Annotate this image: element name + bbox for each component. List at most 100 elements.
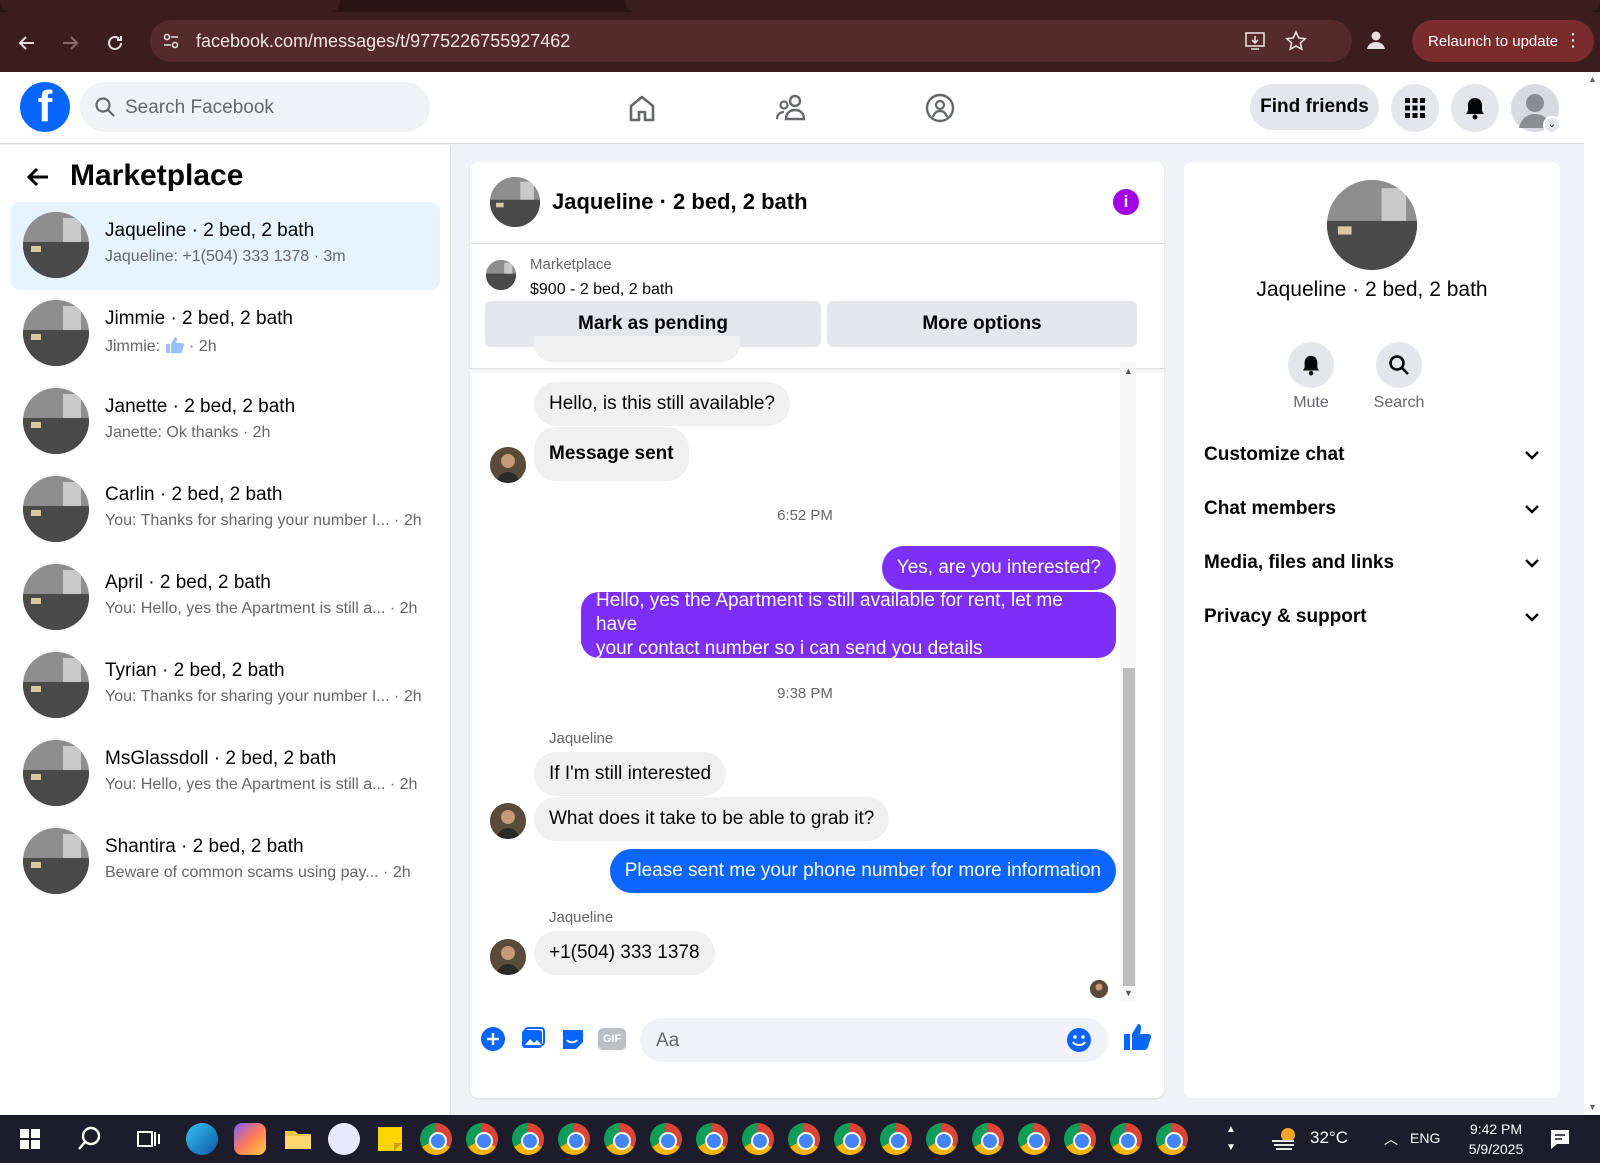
privacy-support-section[interactable]: Privacy & support bbox=[1204, 590, 1540, 644]
bookmark-star-icon[interactable] bbox=[1284, 30, 1308, 57]
message-scrollbar[interactable]: ▲ ▼ bbox=[1120, 362, 1136, 1002]
chevron-down-icon[interactable]: ⌄ bbox=[1543, 116, 1561, 134]
chat-avatar[interactable] bbox=[490, 177, 540, 227]
chrome-icon[interactable] bbox=[880, 1123, 912, 1155]
weather-icon[interactable] bbox=[1270, 1125, 1300, 1158]
chat-title[interactable]: Jaqueline · 2 bed, 2 bath bbox=[552, 189, 808, 215]
plus-circle-icon[interactable] bbox=[480, 1026, 506, 1057]
kebab-menu-icon[interactable]: ⋮ bbox=[1564, 30, 1582, 51]
message-bubble[interactable]: What does it take to be able to grab it? bbox=[534, 797, 890, 841]
message-bubble[interactable]: Message sent bbox=[534, 427, 689, 481]
search-icon[interactable] bbox=[74, 1123, 106, 1155]
chrome-icon[interactable] bbox=[604, 1123, 636, 1155]
conversation-item[interactable]: Jaqueline · 2 bed, 2 bath Jaqueline: +1(… bbox=[10, 202, 440, 290]
gif-icon[interactable]: GIF bbox=[598, 1028, 626, 1050]
customize-chat-section[interactable]: Customize chat bbox=[1204, 428, 1540, 482]
sent-message-bubble[interactable]: Hello, yes the Apartment is still availa… bbox=[581, 590, 1116, 659]
chat-members-section[interactable]: Chat members bbox=[1204, 482, 1540, 536]
back-arrow-icon[interactable] bbox=[24, 163, 52, 196]
thumbs-up-icon[interactable] bbox=[1122, 1022, 1152, 1057]
menu-grid-icon[interactable] bbox=[1391, 84, 1439, 132]
url-text[interactable]: facebook.com/messages/t/9775226755927462 bbox=[196, 31, 570, 52]
chrome-icon[interactable] bbox=[1156, 1123, 1188, 1155]
home-icon[interactable] bbox=[620, 86, 664, 130]
listing-title[interactable]: $900 - 2 bed, 2 bath bbox=[530, 281, 673, 299]
chrome-icon[interactable] bbox=[1064, 1123, 1096, 1155]
chrome-icon[interactable] bbox=[1018, 1123, 1050, 1155]
conversation-item[interactable]: MsGlassdoll · 2 bed, 2 bath You: Hello, … bbox=[10, 730, 440, 818]
file-explorer-icon[interactable] bbox=[282, 1123, 314, 1155]
taskbar-overflow-icon[interactable]: ▲ ▼ bbox=[1226, 1121, 1236, 1157]
chrome-icon[interactable] bbox=[926, 1123, 958, 1155]
conversation-item[interactable]: Carlin · 2 bed, 2 bath You: Thanks for s… bbox=[10, 466, 440, 554]
search-input[interactable]: Search Facebook bbox=[80, 82, 430, 132]
notifications-icon[interactable] bbox=[1548, 1127, 1572, 1156]
emoji-icon[interactable] bbox=[1066, 1027, 1092, 1058]
chrome-icon[interactable] bbox=[512, 1123, 544, 1155]
chrome-icon[interactable] bbox=[788, 1123, 820, 1155]
photo-icon[interactable] bbox=[520, 1026, 546, 1057]
message-input[interactable]: Aa bbox=[640, 1018, 1108, 1062]
reload-icon[interactable] bbox=[98, 26, 132, 60]
chrome-icon[interactable] bbox=[972, 1123, 1004, 1155]
page-scrollbar[interactable]: ▲ ▼ bbox=[1584, 72, 1600, 1115]
sender-avatar[interactable] bbox=[490, 939, 526, 975]
browser-tab[interactable] bbox=[625, 0, 1600, 12]
search-conversation-button[interactable]: Search bbox=[1364, 342, 1434, 412]
site-settings-icon[interactable] bbox=[162, 32, 180, 55]
relaunch-button[interactable]: Relaunch to update ⋮ bbox=[1412, 20, 1594, 62]
conversation-item[interactable]: Janette · 2 bed, 2 bath Janette: Ok than… bbox=[10, 378, 440, 466]
scroll-down-arrow-icon[interactable]: ▼ bbox=[1124, 988, 1133, 998]
chrome-icon[interactable] bbox=[696, 1123, 728, 1155]
scroll-down-arrow-icon[interactable]: ▼ bbox=[1588, 1102, 1597, 1112]
install-app-icon[interactable] bbox=[1245, 31, 1267, 56]
sticker-icon[interactable] bbox=[560, 1026, 586, 1057]
message-bubble[interactable]: If I'm still interested bbox=[534, 752, 727, 796]
scroll-up-arrow-icon[interactable]: ▲ bbox=[1588, 74, 1597, 84]
forward-arrow-icon[interactable] bbox=[53, 26, 87, 60]
chrome-icon[interactable] bbox=[650, 1123, 682, 1155]
friends-icon[interactable] bbox=[770, 86, 814, 130]
groups-icon[interactable] bbox=[918, 86, 962, 130]
task-view-icon[interactable] bbox=[132, 1123, 164, 1155]
conversation-item[interactable]: Shantira · 2 bed, 2 bath Beware of commo… bbox=[10, 818, 440, 906]
address-bar[interactable]: facebook.com/messages/t/9775226755927462 bbox=[150, 20, 1352, 62]
sent-message-bubble[interactable]: Please sent me your phone number for mor… bbox=[609, 849, 1116, 893]
more-options-button[interactable]: More options bbox=[827, 301, 1137, 347]
chrome-icon[interactable] bbox=[1110, 1123, 1142, 1155]
scroll-up-arrow-icon[interactable]: ▲ bbox=[1124, 366, 1133, 376]
info-icon[interactable]: i bbox=[1113, 189, 1139, 215]
find-friends-button[interactable]: Find friends bbox=[1250, 84, 1379, 130]
paint-app-icon[interactable] bbox=[328, 1123, 360, 1155]
copilot-icon[interactable] bbox=[234, 1123, 266, 1155]
chrome-icon[interactable] bbox=[742, 1123, 774, 1155]
clock[interactable]: 9:42 PM 5/9/2025 bbox=[1460, 1119, 1532, 1159]
chrome-icon[interactable] bbox=[420, 1123, 452, 1155]
windows-start-icon[interactable] bbox=[14, 1123, 46, 1155]
contact-avatar[interactable] bbox=[1327, 180, 1417, 270]
account-avatar[interactable]: ⌄ bbox=[1511, 84, 1561, 134]
chevron-up-icon[interactable]: ︿ bbox=[1384, 1129, 1398, 1149]
chrome-icon[interactable] bbox=[466, 1123, 498, 1155]
temperature[interactable]: 32°C bbox=[1310, 1128, 1348, 1148]
conversation-item[interactable]: Tyrian · 2 bed, 2 bath You: Thanks for s… bbox=[10, 642, 440, 730]
profile-icon[interactable] bbox=[1365, 29, 1387, 56]
scrollbar-thumb[interactable] bbox=[1123, 668, 1135, 986]
sent-message-bubble[interactable]: Yes, are you interested? bbox=[881, 546, 1116, 590]
sticky-notes-icon[interactable] bbox=[374, 1123, 406, 1155]
sender-avatar[interactable] bbox=[490, 447, 526, 483]
conversation-item[interactable]: Jimmie · 2 bed, 2 bath Jimmie: · 2h bbox=[10, 290, 440, 378]
message-bubble[interactable]: +1(504) 333 1378 bbox=[534, 931, 715, 975]
back-arrow-icon[interactable] bbox=[10, 26, 44, 60]
media-files-links-section[interactable]: Media, files and links bbox=[1204, 536, 1540, 590]
sender-avatar[interactable] bbox=[490, 803, 526, 839]
chrome-icon[interactable] bbox=[834, 1123, 866, 1155]
edge-browser-icon[interactable] bbox=[186, 1123, 218, 1155]
mute-button[interactable]: Mute bbox=[1276, 342, 1346, 412]
facebook-logo[interactable]: f bbox=[20, 82, 70, 132]
language-indicator[interactable]: ENG bbox=[1410, 1130, 1440, 1146]
message-bubble[interactable]: Hello, is this still available? bbox=[534, 382, 790, 426]
chrome-icon[interactable] bbox=[558, 1123, 590, 1155]
browser-tab[interactable] bbox=[0, 0, 340, 12]
notifications-bell-icon[interactable] bbox=[1451, 84, 1499, 132]
